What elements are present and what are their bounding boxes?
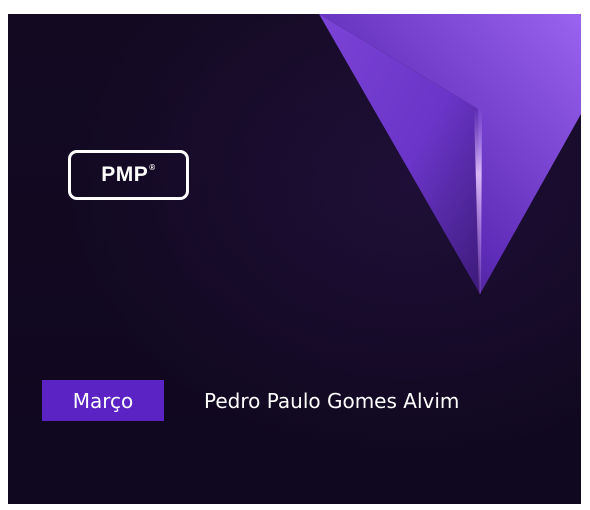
course-banner: PMP ® Março Pedro Paulo Gomes Alvim	[8, 14, 581, 504]
author-name: Pedro Paulo Gomes Alvim	[204, 389, 460, 413]
month-badge: Março	[42, 380, 164, 421]
decorative-triangle-icon	[319, 14, 581, 294]
registered-mark: ®	[149, 162, 156, 172]
logo-text: PMP	[101, 163, 149, 186]
pmp-logo: PMP ®	[68, 150, 189, 200]
